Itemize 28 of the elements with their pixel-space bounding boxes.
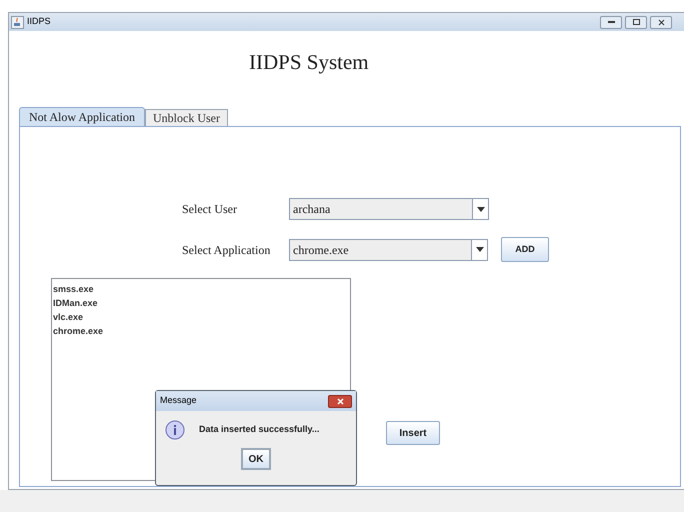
- ok-button[interactable]: OK: [241, 448, 271, 470]
- insert-button[interactable]: Insert: [386, 421, 440, 445]
- dialog-message: Data inserted successfully...: [199, 423, 320, 436]
- info-icon: [165, 420, 185, 440]
- close-button[interactable]: [328, 394, 352, 408]
- add-button[interactable]: ADD: [501, 237, 549, 262]
- close-icon: [336, 398, 344, 404]
- list-item[interactable]: IDMan.exe: [52, 296, 98, 310]
- field-label: Select Application: [182, 242, 272, 258]
- minimize-button[interactable]: [600, 16, 622, 28]
- maximize-button[interactable]: [625, 16, 647, 28]
- window-title: IIDPS: [27, 15, 51, 28]
- dropdown-value: chrome.exe: [292, 242, 350, 258]
- dropdown-value: archana: [292, 201, 332, 218]
- user-dropdown[interactable]: archana: [289, 198, 489, 220]
- list-item[interactable]: vlc.exe: [52, 310, 84, 324]
- list-item[interactable]: chrome.exe: [52, 324, 104, 338]
- dialog-title: Message: [160, 394, 197, 408]
- close-icon: [658, 18, 664, 26]
- caret-icon: [476, 206, 484, 212]
- app-heading: IIDPS System: [249, 49, 369, 76]
- list-item[interactable]: smss.exe: [52, 282, 94, 296]
- application-dropdown[interactable]: chrome.exe: [289, 238, 488, 260]
- close-button[interactable]: [650, 16, 672, 28]
- caret-icon: [476, 247, 484, 252]
- tab[interactable]: Not Alow Application: [19, 107, 145, 126]
- tab[interactable]: Unblock User: [145, 109, 228, 126]
- field-label: Select User: [182, 201, 238, 218]
